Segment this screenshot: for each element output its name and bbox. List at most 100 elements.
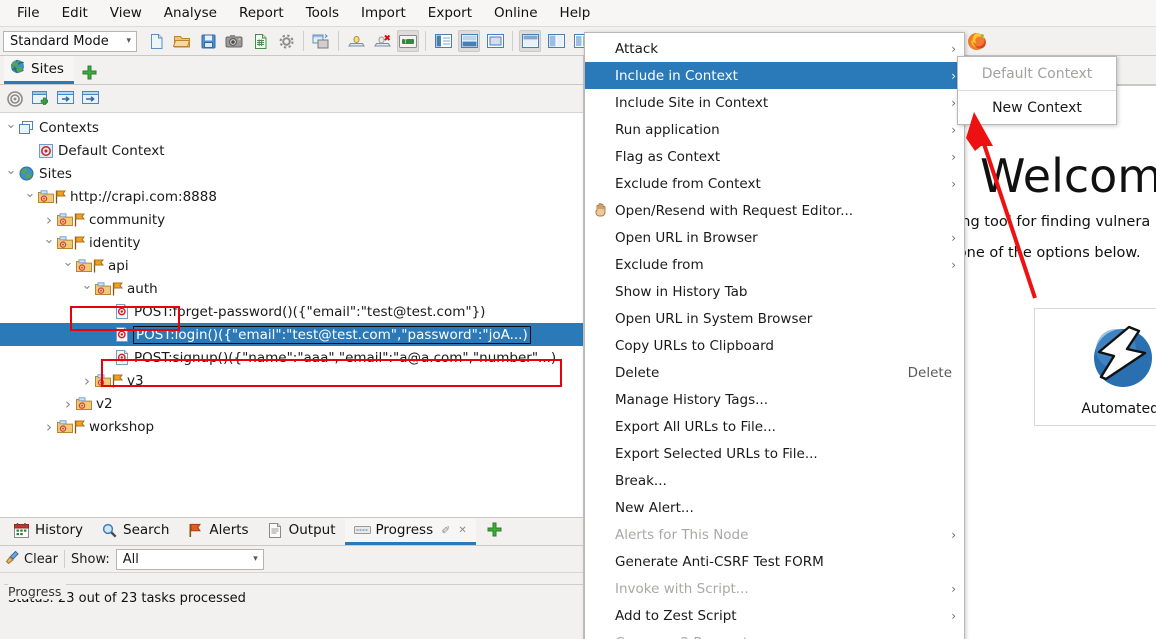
chevron-right-icon[interactable]: › <box>42 211 56 229</box>
menu-edit[interactable]: Edit <box>51 2 99 24</box>
close-icon[interactable]: ✕ <box>458 525 466 536</box>
context-menu-item[interactable]: Add to Zest Script › <box>585 602 964 629</box>
save-session-icon[interactable] <box>197 30 219 52</box>
menu-report[interactable]: Report <box>228 2 295 24</box>
context-menu-item[interactable]: Delete Delete <box>585 359 964 386</box>
chevron-down-icon[interactable]: ⌄ <box>61 256 75 269</box>
layout-side-icon[interactable] <box>545 30 567 52</box>
menu-online[interactable]: Online <box>483 2 549 24</box>
tree-node[interactable]: › v3 <box>0 369 583 392</box>
import-urls-icon[interactable] <box>54 88 76 110</box>
tree-node-label: POST:signup()({"name":"aaa","email":"a@a… <box>134 349 557 366</box>
toolbar-layout-group-1 <box>430 30 508 52</box>
tab-sites[interactable]: Sites <box>4 56 74 84</box>
context-menu-item[interactable]: Copy URLs to Clipboard <box>585 332 964 359</box>
horizontal-splitter[interactable] <box>0 517 583 518</box>
context-menu-item[interactable]: Exclude from › <box>585 251 964 278</box>
bottom-tab-search[interactable]: Search <box>92 518 178 545</box>
menu-analyse[interactable]: Analyse <box>153 2 228 24</box>
context-menu-item[interactable]: Manage History Tags... <box>585 386 964 413</box>
tree-node[interactable]: › workshop <box>0 415 583 438</box>
layout-subtab-icon[interactable] <box>519 30 541 52</box>
chevron-down-icon[interactable]: ⌄ <box>23 187 37 200</box>
context-menu-item[interactable]: Flag as Context › <box>585 143 964 170</box>
tree-node[interactable]: ⌄ Contexts <box>0 116 583 139</box>
show-tab-names-icon[interactable]: T <box>397 30 419 52</box>
tree-node[interactable]: POST:signup()({"name":"aaa","email":"a@a… <box>0 346 583 369</box>
menu-file[interactable]: File <box>6 2 51 24</box>
tree-node[interactable]: POST:forget-password()({"email":"test@te… <box>0 300 583 323</box>
automated-scan-card[interactable]: Automated Sca <box>1034 308 1156 426</box>
tree-node[interactable]: ⌄ identity <box>0 231 583 254</box>
context-menu-item[interactable]: Open URL in System Browser <box>585 305 964 332</box>
bottom-tab-label: History <box>35 522 84 538</box>
plus-icon[interactable] <box>82 65 97 84</box>
chevron-down-icon[interactable]: ⌄ <box>4 164 18 177</box>
bottom-tab-alerts[interactable]: Alerts <box>178 518 257 545</box>
context-menu-item[interactable]: Export All URLs to File... <box>585 413 964 440</box>
tree-node[interactable]: ⌄ api <box>0 254 583 277</box>
open-session-icon[interactable] <box>171 30 193 52</box>
menu-help[interactable]: Help <box>549 2 602 24</box>
toolbar-divider-5 <box>64 550 65 568</box>
context-menu-item[interactable]: Include Site in Context › <box>585 89 964 116</box>
menu-view[interactable]: View <box>99 2 153 24</box>
tree-node[interactable]: ⌄ http://crapi.com:8888 <box>0 185 583 208</box>
bottom-tab-history[interactable]: History <box>4 518 92 545</box>
chevron-down-icon[interactable]: ⌄ <box>80 279 94 292</box>
mode-select[interactable]: Standard Mode ▾ <box>3 30 137 52</box>
scope-target-icon[interactable] <box>4 88 26 110</box>
tree-node[interactable]: Default Context <box>0 139 583 162</box>
chevron-down-icon[interactable]: ⌄ <box>4 118 18 131</box>
context-menu-item[interactable]: Exclude from Context › <box>585 170 964 197</box>
layout-expand-sites-icon[interactable] <box>432 30 454 52</box>
menu-tools[interactable]: Tools <box>295 2 350 24</box>
context-menu-item[interactable]: Open URL in Browser › <box>585 224 964 251</box>
context-menu-item[interactable]: Export Selected URLs to File... <box>585 440 964 467</box>
clear-button[interactable]: Clear <box>5 550 58 569</box>
chevron-right-icon[interactable]: › <box>80 372 94 390</box>
tree-node-label: POST:login()({"email":"test@test.com","p… <box>133 325 531 344</box>
tree-node[interactable]: POST:login()({"email":"test@test.com","p… <box>0 323 583 346</box>
context-menu-item[interactable]: Include in Context › <box>585 62 964 89</box>
firefox-icon[interactable] <box>966 31 987 52</box>
layout-full-icon[interactable] <box>484 30 506 52</box>
tree-node[interactable]: › v2 <box>0 392 583 415</box>
stop-all-icon[interactable] <box>371 30 393 52</box>
context-menu-item[interactable]: Generate Anti-CSRF Test FORM <box>585 548 964 575</box>
snapshot-session-icon[interactable] <box>223 30 245 52</box>
chevron-right-icon[interactable]: › <box>42 418 56 436</box>
options-gear-icon[interactable] <box>275 30 297 52</box>
tree-node[interactable]: ⌄ Sites <box>0 162 583 185</box>
session-properties-icon[interactable] <box>249 30 271 52</box>
bottom-tab-progress[interactable]: Progress ✐ ✕ <box>344 518 476 545</box>
lightning-bolt-icon <box>1083 325 1156 395</box>
context-menu-item[interactable]: Open/Resend with Request Editor... <box>585 197 964 224</box>
menu-import[interactable]: Import <box>350 2 417 24</box>
chevron-right-icon[interactable]: › <box>61 395 75 413</box>
chevron-right-icon: › <box>951 41 956 56</box>
context-menu-item[interactable]: New Alert... <box>585 494 964 521</box>
scan-policy-icon[interactable] <box>345 30 367 52</box>
export-urls-icon[interactable] <box>79 88 101 110</box>
menu-export[interactable]: Export <box>417 2 483 24</box>
new-session-icon[interactable] <box>145 30 167 52</box>
plus-icon[interactable] <box>486 522 503 541</box>
context-menu-item[interactable]: Break... <box>585 467 964 494</box>
sites-tree[interactable]: ⌄ Contexts Default Context ⌄ Sites ⌄ http://cr… <box>0 113 583 518</box>
submenu-item-new-context[interactable]: New Context <box>958 91 1116 124</box>
layout-expand-info-icon[interactable] <box>458 30 480 52</box>
context-menu-item: Invoke with Script... › <box>585 575 964 602</box>
manage-addons-icon[interactable] <box>310 30 332 52</box>
show-filter-select[interactable]: All ▾ <box>115 548 264 570</box>
tree-node[interactable]: › community <box>0 208 583 231</box>
new-context-icon[interactable] <box>29 88 51 110</box>
context-menu-item[interactable]: Attack › <box>585 35 964 62</box>
bottom-tab-output[interactable]: Output <box>258 518 345 545</box>
tree-node[interactable]: ⌄ auth <box>0 277 583 300</box>
chevron-down-icon[interactable]: ⌄ <box>42 233 56 246</box>
automated-scan-card-label: Automated Sca <box>1081 401 1156 417</box>
context-menu-item[interactable]: Run application › <box>585 116 964 143</box>
context-menu-item[interactable]: Show in History Tab <box>585 278 964 305</box>
pin-icon[interactable]: ✐ <box>441 524 450 537</box>
